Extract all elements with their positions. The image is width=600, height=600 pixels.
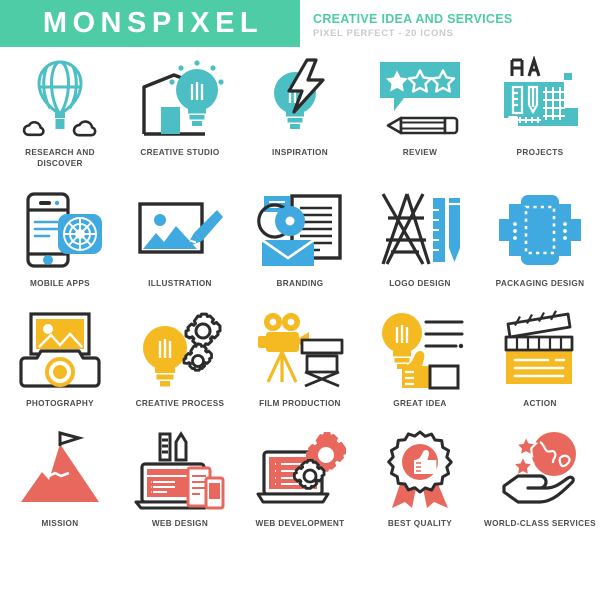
- icon-cell-film-production[interactable]: FILM PRODUCTION: [240, 307, 360, 409]
- header-text-block: CREATIVE IDEA AND SERVICES PIXEL PERFECT…: [313, 12, 593, 40]
- icon-grid: RESEARCH AND DISCOVER CREATIVE STUDIO IN…: [0, 52, 600, 529]
- icon-cell-creative-process[interactable]: CREATIVE PROCESS: [120, 307, 240, 409]
- icon-label: FILM PRODUCTION: [259, 399, 341, 409]
- icon-label: REVIEW: [402, 148, 438, 157]
- header-title: CREATIVE IDEA AND SERVICES: [313, 12, 513, 26]
- page-header: MONSPIXEL CREATIVE IDEA AND SERVICES PIX…: [0, 0, 600, 52]
- icon-label: CREATIVE STUDIO: [140, 148, 220, 157]
- icon-label: PROJECTS: [516, 148, 564, 157]
- lightbulb-thumbsup-icon: [372, 307, 468, 393]
- speech-bubble-stars-pencil-icon: [372, 54, 468, 142]
- icon-label: GREAT IDEA: [393, 399, 447, 409]
- lightbulb-house-icon: [132, 54, 228, 142]
- icon-label: ILLUSTRATION: [148, 279, 212, 289]
- icon-row-1: RESEARCH AND DISCOVER CREATIVE STUDIO IN…: [0, 54, 600, 169]
- lightbulb-lightning-icon: [252, 54, 348, 142]
- icon-label: BRANDING: [276, 279, 324, 289]
- document-disc-envelope-icon: [252, 187, 348, 273]
- hand-globe-stars-icon: [492, 427, 588, 513]
- icon-label: WORLD-CLASS SERVICES: [484, 519, 596, 529]
- letter-a-ruler-pencil-icon: [372, 187, 468, 273]
- icon-cell-mobile-apps[interactable]: MOBILE APPS: [0, 187, 120, 289]
- picture-brush-icon: [132, 187, 228, 273]
- icon-cell-action[interactable]: ACTION: [480, 307, 600, 409]
- icon-label: ACTION: [523, 399, 557, 409]
- icon-label: WEB DEVELOPMENT: [255, 519, 345, 529]
- icon-label: BEST QUALITY: [387, 519, 453, 529]
- icon-cell-web-design[interactable]: WEB DESIGN: [120, 427, 240, 529]
- icon-row-4: MISSION WEB DESIGN WEB DEVELOPMENT BEST …: [0, 427, 600, 529]
- hot-air-balloon-icon: [12, 54, 108, 142]
- icon-cell-mission[interactable]: MISSION: [0, 427, 120, 529]
- movie-camera-chair-icon: [252, 307, 348, 393]
- camera-photo-icon: [12, 307, 108, 393]
- icon-label: RESEARCH AND DISCOVER: [25, 148, 95, 169]
- laptop-gears-icon: [252, 427, 348, 513]
- icon-label: PACKAGING DESIGN: [495, 279, 585, 289]
- laptop-devices-ruler-icon: [132, 427, 228, 513]
- icon-label: LOGO DESIGN: [389, 279, 451, 289]
- icon-label: MOBILE APPS: [30, 279, 90, 289]
- icon-cell-review[interactable]: REVIEW: [360, 54, 480, 169]
- brand-band: MONSPIXEL: [0, 0, 300, 47]
- icon-label: MISSION: [41, 519, 79, 529]
- box-package-icon: [492, 187, 588, 273]
- icon-row-3: PHOTOGRAPHY CREATIVE PROCESS FILM PRODUC…: [0, 307, 600, 409]
- header-subtitle: PIXEL PERFECT - 20 ICONS: [313, 28, 454, 40]
- award-badge-thumbsup-icon: [372, 427, 468, 513]
- icon-cell-inspiration[interactable]: INSPIRATION: [240, 54, 360, 169]
- icon-cell-branding[interactable]: BRANDING: [240, 187, 360, 289]
- icon-cell-web-development[interactable]: WEB DEVELOPMENT: [240, 427, 360, 529]
- clapperboard-icon: [492, 307, 588, 393]
- mountain-flag-icon: [12, 427, 108, 513]
- icon-label: PHOTOGRAPHY: [26, 399, 94, 409]
- icon-cell-illustration[interactable]: ILLUSTRATION: [120, 187, 240, 289]
- icon-cell-research-and-discover[interactable]: RESEARCH AND DISCOVER: [0, 54, 120, 169]
- icon-cell-projects[interactable]: PROJECTS: [480, 54, 600, 169]
- smartphone-compass-icon: [12, 187, 108, 273]
- icon-label: INSPIRATION: [271, 148, 328, 157]
- icon-cell-packaging-design[interactable]: PACKAGING DESIGN: [480, 187, 600, 289]
- icon-row-2: MOBILE APPS ILLUSTRATION BRANDING LOGO D…: [0, 187, 600, 289]
- brand-title: MONSPIXEL: [42, 7, 264, 39]
- icon-label: WEB DESIGN: [151, 519, 209, 529]
- icon-cell-best-quality[interactable]: BEST QUALITY: [360, 427, 480, 529]
- icon-cell-logo-design[interactable]: LOGO DESIGN: [360, 187, 480, 289]
- lightbulb-gears-icon: [132, 307, 228, 393]
- icon-cell-creative-studio[interactable]: CREATIVE STUDIO: [120, 54, 240, 169]
- blueprint-icon: [492, 54, 588, 142]
- icon-cell-great-idea[interactable]: GREAT IDEA: [360, 307, 480, 409]
- icon-cell-world-class-services[interactable]: WORLD-CLASS SERVICES: [480, 427, 600, 529]
- icon-set-page: MONSPIXEL CREATIVE IDEA AND SERVICES PIX…: [0, 0, 600, 600]
- icon-label: CREATIVE PROCESS: [135, 399, 225, 409]
- icon-cell-photography[interactable]: PHOTOGRAPHY: [0, 307, 120, 409]
